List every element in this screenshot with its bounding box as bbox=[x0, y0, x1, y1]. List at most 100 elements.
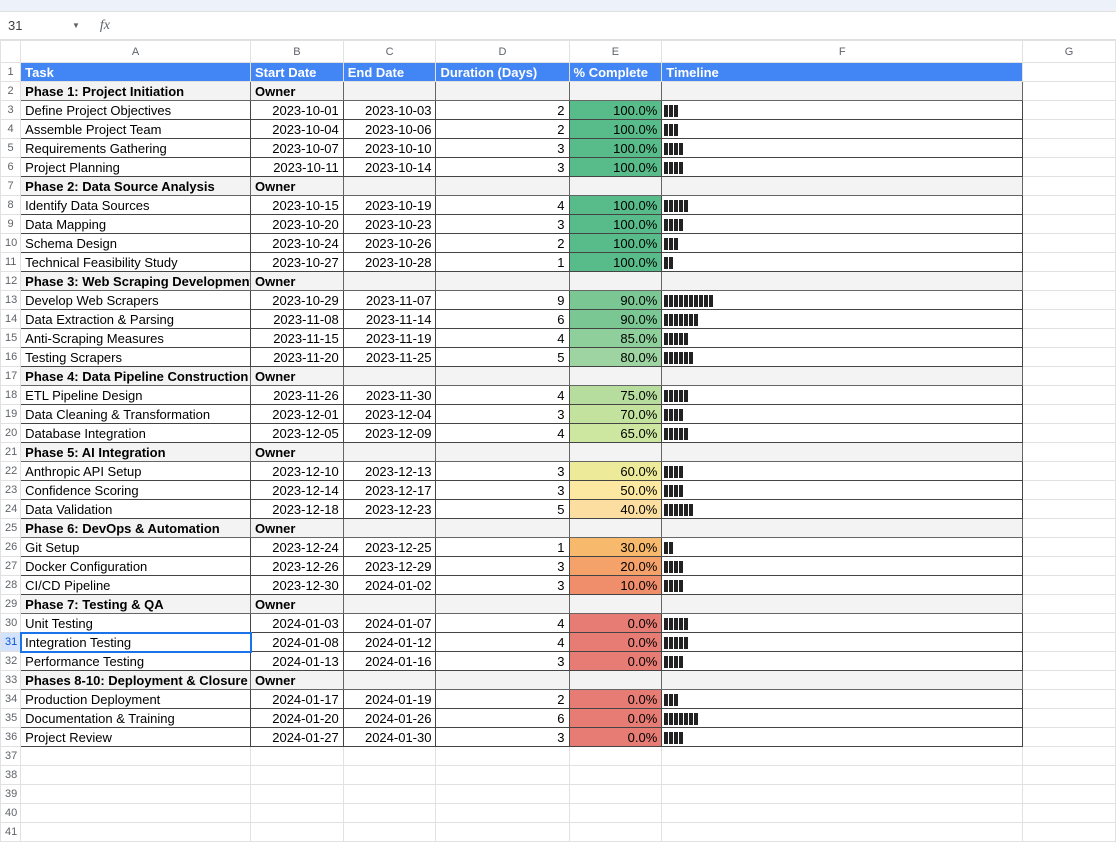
task-end[interactable]: 2023-10-28 bbox=[343, 253, 436, 272]
cell[interactable] bbox=[1023, 120, 1116, 139]
task-name[interactable]: Anthropic API Setup bbox=[21, 462, 251, 481]
phase-cell[interactable] bbox=[662, 177, 1023, 196]
task-duration[interactable]: 4 bbox=[436, 614, 569, 633]
cell[interactable] bbox=[251, 785, 344, 804]
phase-cell[interactable] bbox=[343, 671, 436, 690]
cell[interactable] bbox=[1023, 443, 1116, 462]
row-header[interactable]: 2 bbox=[1, 82, 21, 101]
cell[interactable] bbox=[569, 766, 662, 785]
task-percent[interactable]: 0.0% bbox=[569, 728, 662, 747]
task-percent[interactable]: 0.0% bbox=[569, 652, 662, 671]
task-timeline[interactable] bbox=[662, 557, 1023, 576]
cell[interactable] bbox=[1023, 386, 1116, 405]
task-start[interactable]: 2023-11-08 bbox=[251, 310, 344, 329]
task-start[interactable]: 2023-10-04 bbox=[251, 120, 344, 139]
phase-cell[interactable] bbox=[436, 519, 569, 538]
cell[interactable] bbox=[1023, 595, 1116, 614]
header-cell[interactable]: Timeline bbox=[662, 63, 1023, 82]
row-header[interactable]: 7 bbox=[1, 177, 21, 196]
task-start[interactable]: 2023-10-01 bbox=[251, 101, 344, 120]
phase-cell[interactable] bbox=[436, 272, 569, 291]
task-timeline[interactable] bbox=[662, 291, 1023, 310]
cell[interactable] bbox=[1023, 671, 1116, 690]
task-name[interactable]: Define Project Objectives bbox=[21, 101, 251, 120]
col-header-E[interactable]: E bbox=[569, 41, 662, 63]
task-percent[interactable]: 70.0% bbox=[569, 405, 662, 424]
task-duration[interactable]: 2 bbox=[436, 690, 569, 709]
cell[interactable] bbox=[1023, 728, 1116, 747]
task-timeline[interactable] bbox=[662, 614, 1023, 633]
task-name[interactable]: Develop Web Scrapers bbox=[21, 291, 251, 310]
phase-owner-header[interactable]: Owner bbox=[251, 671, 344, 690]
phase-title[interactable]: Phase 1: Project Initiation bbox=[21, 82, 251, 101]
task-percent[interactable]: 100.0% bbox=[569, 139, 662, 158]
row-header[interactable]: 31 bbox=[1, 633, 21, 652]
row-header[interactable]: 34 bbox=[1, 690, 21, 709]
task-duration[interactable]: 4 bbox=[436, 329, 569, 348]
row-header[interactable]: 33 bbox=[1, 671, 21, 690]
task-end[interactable]: 2023-12-29 bbox=[343, 557, 436, 576]
task-duration[interactable]: 4 bbox=[436, 424, 569, 443]
task-timeline[interactable] bbox=[662, 405, 1023, 424]
cell[interactable] bbox=[1023, 804, 1116, 823]
task-percent[interactable]: 80.0% bbox=[569, 348, 662, 367]
cell[interactable] bbox=[569, 804, 662, 823]
task-duration[interactable]: 2 bbox=[436, 101, 569, 120]
phase-cell[interactable] bbox=[569, 671, 662, 690]
task-start[interactable]: 2023-12-26 bbox=[251, 557, 344, 576]
col-header-B[interactable]: B bbox=[251, 41, 344, 63]
row-header[interactable]: 18 bbox=[1, 386, 21, 405]
cell[interactable] bbox=[1023, 82, 1116, 101]
row-header[interactable]: 12 bbox=[1, 272, 21, 291]
row-header[interactable]: 37 bbox=[1, 747, 21, 766]
task-timeline[interactable] bbox=[662, 481, 1023, 500]
task-name[interactable]: Unit Testing bbox=[21, 614, 251, 633]
cell[interactable] bbox=[1023, 614, 1116, 633]
cell[interactable] bbox=[21, 804, 251, 823]
task-start[interactable]: 2023-10-29 bbox=[251, 291, 344, 310]
task-name[interactable]: Identify Data Sources bbox=[21, 196, 251, 215]
phase-cell[interactable] bbox=[436, 443, 569, 462]
task-percent[interactable]: 0.0% bbox=[569, 633, 662, 652]
cell[interactable] bbox=[1023, 633, 1116, 652]
task-duration[interactable]: 4 bbox=[436, 633, 569, 652]
task-duration[interactable]: 3 bbox=[436, 215, 569, 234]
select-all-corner[interactable] bbox=[1, 41, 21, 63]
task-timeline[interactable] bbox=[662, 652, 1023, 671]
cell[interactable] bbox=[1023, 367, 1116, 386]
row-header[interactable]: 21 bbox=[1, 443, 21, 462]
row-header[interactable]: 9 bbox=[1, 215, 21, 234]
task-timeline[interactable] bbox=[662, 120, 1023, 139]
task-percent[interactable]: 90.0% bbox=[569, 310, 662, 329]
task-percent[interactable]: 20.0% bbox=[569, 557, 662, 576]
task-timeline[interactable] bbox=[662, 310, 1023, 329]
cell[interactable] bbox=[1023, 291, 1116, 310]
task-duration[interactable]: 4 bbox=[436, 196, 569, 215]
phase-cell[interactable] bbox=[662, 272, 1023, 291]
task-end[interactable]: 2024-01-19 bbox=[343, 690, 436, 709]
task-duration[interactable]: 6 bbox=[436, 310, 569, 329]
task-timeline[interactable] bbox=[662, 462, 1023, 481]
task-timeline[interactable] bbox=[662, 690, 1023, 709]
phase-cell[interactable] bbox=[662, 671, 1023, 690]
task-percent[interactable]: 100.0% bbox=[569, 158, 662, 177]
task-name[interactable]: Data Validation bbox=[21, 500, 251, 519]
row-header[interactable]: 6 bbox=[1, 158, 21, 177]
row-header[interactable]: 25 bbox=[1, 519, 21, 538]
task-name[interactable]: Project Planning bbox=[21, 158, 251, 177]
task-end[interactable]: 2024-01-16 bbox=[343, 652, 436, 671]
cell[interactable] bbox=[662, 785, 1023, 804]
task-timeline[interactable] bbox=[662, 633, 1023, 652]
task-percent[interactable]: 30.0% bbox=[569, 538, 662, 557]
task-end[interactable]: 2023-10-03 bbox=[343, 101, 436, 120]
header-cell[interactable]: Start Date bbox=[251, 63, 344, 82]
cell[interactable] bbox=[1023, 462, 1116, 481]
task-timeline[interactable] bbox=[662, 139, 1023, 158]
task-end[interactable]: 2023-10-26 bbox=[343, 234, 436, 253]
row-header[interactable]: 11 bbox=[1, 253, 21, 272]
cell[interactable] bbox=[251, 747, 344, 766]
cell[interactable] bbox=[1023, 823, 1116, 842]
phase-cell[interactable] bbox=[569, 595, 662, 614]
task-start[interactable]: 2023-12-01 bbox=[251, 405, 344, 424]
task-name[interactable]: Data Cleaning & Transformation bbox=[21, 405, 251, 424]
